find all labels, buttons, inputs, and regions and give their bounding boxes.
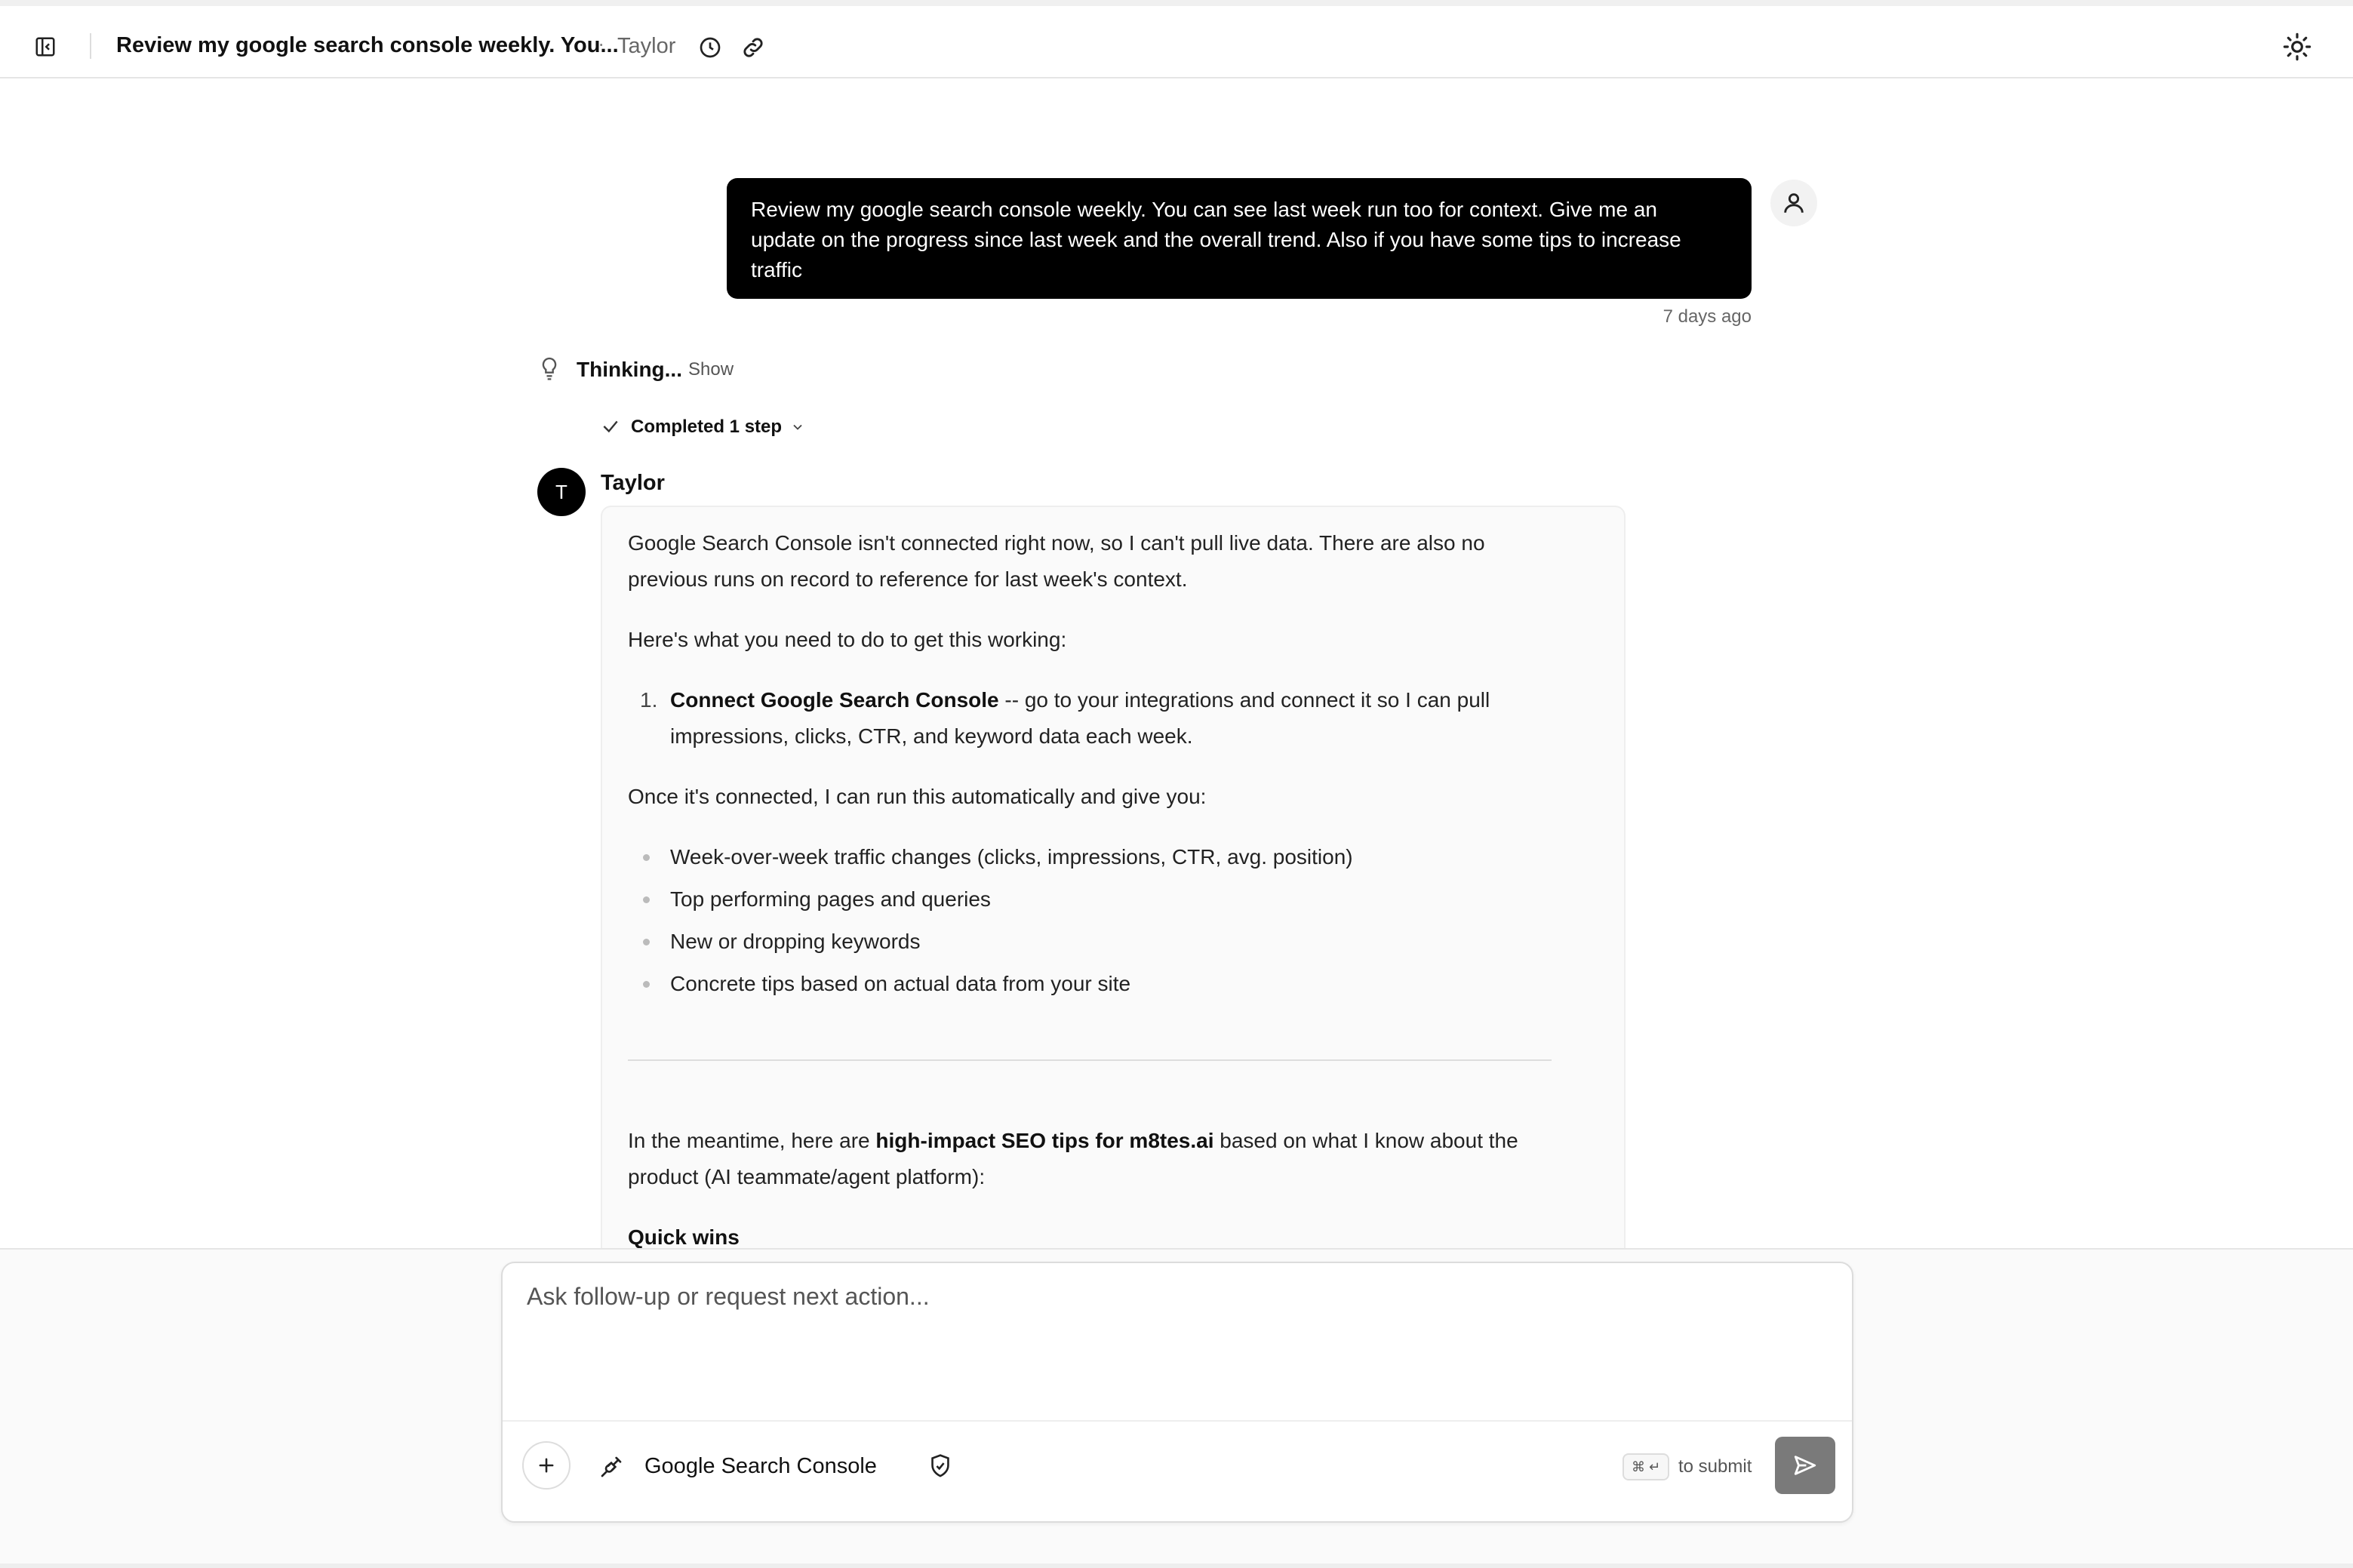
- assistant-avatar: T: [537, 468, 586, 516]
- bullet-dot: [643, 939, 650, 945]
- keyboard-shortcut: ⌘ ↵: [1622, 1453, 1670, 1480]
- step-bold-text: Connect Google Search Console: [670, 688, 999, 712]
- bottom-edge: [0, 1563, 2353, 1568]
- integration-label[interactable]: Google Search Console: [644, 1454, 877, 1479]
- sun-icon[interactable]: [2281, 30, 2314, 63]
- check-icon: [601, 417, 620, 436]
- message-timestamp: 7 days ago: [1662, 306, 1752, 327]
- chat-owner: Taylor: [617, 34, 676, 58]
- user-message-bubble: Review my google search console weekly. …: [727, 178, 1752, 299]
- bullet-dot: [643, 854, 650, 861]
- composer-divider: [503, 1420, 1852, 1422]
- send-button[interactable]: [1775, 1437, 1835, 1494]
- thinking-label: Thinking...: [577, 358, 682, 381]
- history-icon[interactable]: [696, 33, 724, 62]
- instructions-heading: Here's what you need to do to get this w…: [628, 628, 1067, 651]
- show-thinking-button[interactable]: Show: [688, 359, 734, 380]
- list-item: Week-over-week traffic changes (clicks, …: [670, 845, 1353, 869]
- lightbulb-icon: [539, 356, 560, 382]
- list-item: Concrete tips based on actual data from …: [670, 972, 1131, 995]
- submit-hint: to submit: [1678, 1456, 1752, 1477]
- shield-check-icon[interactable]: [928, 1453, 952, 1479]
- title-separator: ·: [598, 32, 605, 55]
- meantime-text-start: In the meantime, here are: [628, 1129, 876, 1152]
- meantime-paragraph: In the meantime, here are high-impact SE…: [628, 1123, 1564, 1195]
- follow-up-input[interactable]: [527, 1283, 1825, 1388]
- bullet-dot: [643, 896, 650, 903]
- link-icon[interactable]: [738, 33, 768, 62]
- assistant-message-card: Google Search Console isn't connected ri…: [601, 506, 1626, 1260]
- composer: Google Search Console ⌘ ↵ to submit: [501, 1262, 1853, 1523]
- once-connected-paragraph: Once it's connected, I can run this auto…: [628, 785, 1207, 808]
- header-divider: [90, 33, 91, 59]
- section-divider: [628, 1059, 1552, 1061]
- assistant-name: Taylor: [601, 471, 665, 495]
- intro-paragraph: Google Search Console isn't connected ri…: [628, 531, 1485, 591]
- plug-icon[interactable]: [599, 1455, 623, 1479]
- quick-wins-label: Quick wins: [628, 1225, 740, 1249]
- step-item: Connect Google Search Console -- go to y…: [670, 682, 1568, 755]
- list-number: 1.: [640, 688, 658, 712]
- completed-steps-toggle[interactable]: Completed 1 step: [631, 417, 782, 438]
- user-avatar: [1770, 180, 1817, 226]
- list-item: New or dropping keywords: [670, 930, 921, 953]
- sidebar-toggle-icon[interactable]: [30, 32, 60, 62]
- list-item: Top performing pages and queries: [670, 887, 991, 911]
- chat-title: Review my google search console weekly. …: [116, 33, 619, 57]
- chevron-down-icon[interactable]: [789, 420, 806, 435]
- add-attachment-button[interactable]: [522, 1441, 571, 1490]
- bullet-dot: [643, 981, 650, 988]
- top-bar: Review my google search console weekly. …: [0, 0, 2353, 78]
- meantime-bold-text: high-impact SEO tips for m8tes.ai: [875, 1129, 1214, 1152]
